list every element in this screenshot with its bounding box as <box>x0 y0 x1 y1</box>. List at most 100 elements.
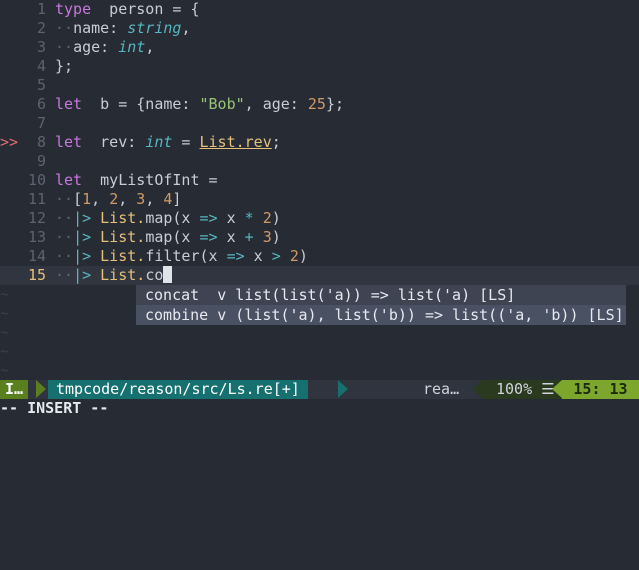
code-token: name: <box>73 19 128 37</box>
code-text: ··|> List.co <box>55 266 173 285</box>
completion-item-combine[interactable]: combine v (list('a), list('b)) => list((… <box>136 305 626 325</box>
separator-arrow-icon <box>472 380 482 398</box>
code-token: List. <box>100 266 146 284</box>
code-token: List.rev <box>199 133 272 151</box>
code-line[interactable]: 2 ··name: string, <box>0 19 639 38</box>
line-number: 1 <box>36 0 46 18</box>
code-line[interactable]: 6 let b = {name: "Bob", age: 25}; <box>0 95 639 114</box>
tilde-marker: ~ <box>0 304 10 322</box>
code-token: ·· <box>55 190 74 208</box>
line-number: 13 <box>27 228 46 246</box>
cursor-position: 15: 13 <box>562 380 639 399</box>
code-token: ·· <box>55 266 74 284</box>
code-token: |> <box>73 266 92 284</box>
code-token: 1 <box>82 190 92 208</box>
code-token: "Bob" <box>199 95 245 113</box>
empty-buffer-line: ~ <box>0 342 639 361</box>
code-token: b = {name: <box>82 95 200 113</box>
separator-arrow-icon <box>552 380 562 398</box>
code-text: }; <box>55 57 73 76</box>
code-text: ··age: int, <box>55 38 154 57</box>
code-token: let <box>55 171 83 189</box>
line-number: 9 <box>36 152 46 170</box>
status-line: I… tmpcode/reason/src/Ls.re[+] rea… 100%… <box>0 380 639 399</box>
code-token: ·· <box>55 209 74 227</box>
code-token: => <box>226 247 245 265</box>
separator-arrow-icon <box>36 380 46 398</box>
code-token: x <box>217 228 245 246</box>
line-number: 6 <box>36 95 46 113</box>
code-line[interactable]: 5 <box>0 76 639 95</box>
code-token: age: <box>73 38 119 56</box>
empty-buffer-line: ~ <box>0 361 639 380</box>
code-line[interactable]: 1 type person = { <box>0 0 639 19</box>
code-token: int <box>145 133 173 151</box>
code-token: , <box>181 19 191 37</box>
code-line[interactable]: 15 ··|> List.co <box>0 266 639 285</box>
code-token: |> <box>73 209 92 227</box>
code-text: ··[1, 2, 3, 4] <box>55 190 181 209</box>
code-token: , age: <box>244 95 308 113</box>
code-line[interactable]: 9 <box>0 152 639 171</box>
code-token: > <box>271 247 281 265</box>
code-token: 2 <box>262 209 272 227</box>
line-number: 7 <box>36 114 46 132</box>
code-line[interactable]: 12 ··|> List.map(x => x * 2) <box>0 209 639 228</box>
code-line[interactable]: 11 ··[1, 2, 3, 4] <box>0 190 639 209</box>
text-cursor <box>163 266 173 283</box>
code-token: }; <box>55 57 74 75</box>
code-line[interactable]: >> 8 let rev: int = List.rev; <box>0 133 639 152</box>
code-token: List. <box>100 247 146 265</box>
code-token: let <box>55 133 83 151</box>
line-number: 4 <box>36 57 46 75</box>
code-token: , <box>145 190 164 208</box>
code-token: , <box>118 190 137 208</box>
code-token: ) <box>271 228 281 246</box>
code-token: person = { <box>91 0 200 18</box>
code-token: x <box>217 209 245 227</box>
filetype-label: rea… <box>423 380 460 398</box>
code-token: => <box>199 209 218 227</box>
code-line[interactable]: 10 let myListOfInt = <box>0 171 639 190</box>
mode-indicator: I… <box>0 380 29 399</box>
code-token: 3 <box>262 228 272 246</box>
code-token: ) <box>298 247 308 265</box>
code-token: 2 <box>109 190 119 208</box>
code-token: = <box>172 133 200 151</box>
file-path: tmpcode/reason/src/Ls.re[+] <box>48 380 308 399</box>
code-token: let <box>55 95 83 113</box>
line-number: 11 <box>27 190 46 208</box>
code-line[interactable]: 13 ··|> List.map(x => x + 3) <box>0 228 639 247</box>
code-token: List. <box>100 228 146 246</box>
code-token: * <box>244 209 254 227</box>
code-line[interactable]: 14 ··|> List.filter(x => x > 2) <box>0 247 639 266</box>
code-text: ··|> List.map(x => x + 3) <box>55 228 281 247</box>
code-text: let myListOfInt = <box>55 171 218 190</box>
code-token: + <box>244 228 254 246</box>
code-line[interactable]: 3 ··age: int, <box>0 38 639 57</box>
code-token: ·· <box>55 38 74 56</box>
line-number: 15 <box>27 266 46 284</box>
code-token: ] <box>172 190 182 208</box>
code-text: ··|> List.map(x => x * 2) <box>55 209 281 228</box>
code-line[interactable]: 4}; <box>0 57 639 76</box>
code-token: ·· <box>55 228 74 246</box>
code-token: , <box>145 38 155 56</box>
code-token: string <box>127 19 182 37</box>
code-token: map(x <box>145 209 200 227</box>
completion-item-concat[interactable]: concat v list(list('a)) => list('a) [LS] <box>136 285 626 305</box>
code-token: filter(x <box>145 247 227 265</box>
completion-popup[interactable]: concat v list(list('a)) => list('a) [LS]… <box>136 285 626 325</box>
code-token: map(x <box>145 228 200 246</box>
line-number: 12 <box>27 209 46 227</box>
command-line[interactable]: -- INSERT -- <box>0 399 108 418</box>
code-text: let b = {name: "Bob", age: 25}; <box>55 95 344 114</box>
tilde-marker: ~ <box>0 323 10 341</box>
code-token: 25 <box>307 95 326 113</box>
code-line[interactable]: 7 <box>0 114 639 133</box>
